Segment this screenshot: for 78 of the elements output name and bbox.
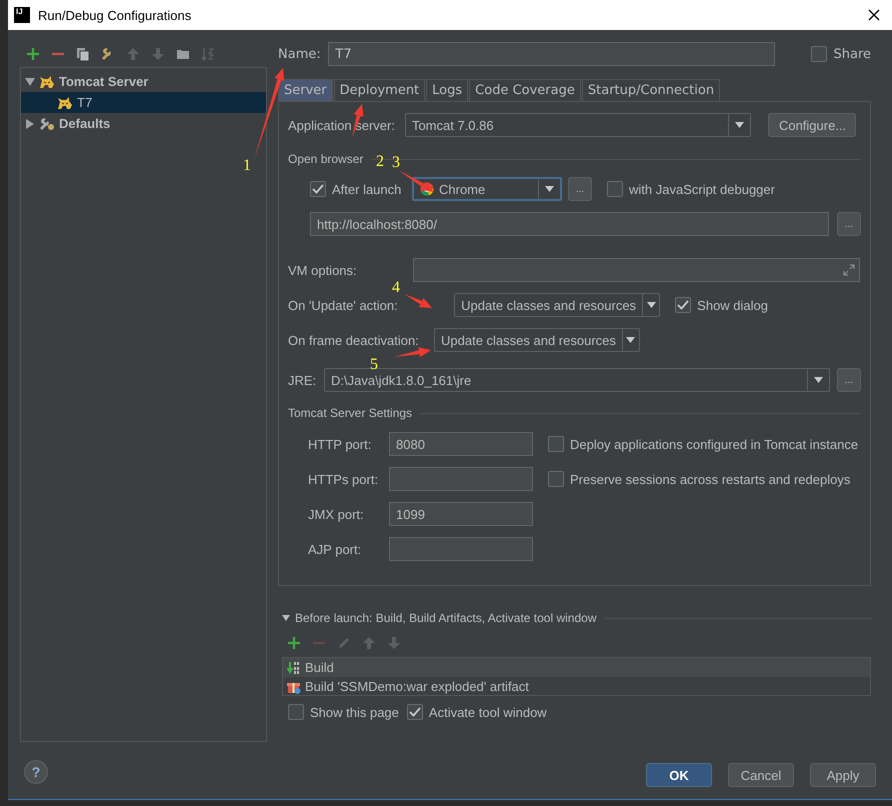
add-icon[interactable] [26, 47, 40, 61]
tab[interactable]: Logs [426, 79, 468, 101]
tree-item[interactable]: Defaults [21, 113, 266, 134]
activate-window-checkbox[interactable]: Activate tool window [406, 704, 547, 720]
annotation-number: 4 [392, 279, 400, 296]
section-title: Tomcat Server Settings [288, 406, 412, 420]
port-field[interactable] [389, 467, 533, 491]
server-dropdown[interactable]: Tomcat 7.0.86 [404, 113, 751, 137]
tree-item[interactable]: Tomcat Server [21, 71, 266, 92]
configure-button[interactable]: Configure... [768, 113, 856, 137]
section-title: Open browser [288, 152, 364, 166]
expanded-triangle-icon [282, 615, 290, 621]
dialog-button[interactable]: Cancel [728, 763, 794, 787]
expand-icon [842, 263, 856, 277]
field-label: HTTPs port: [308, 472, 380, 486]
browse-button[interactable]: ... [837, 212, 861, 236]
caret-icon [814, 377, 823, 383]
browse-button[interactable]: ... [837, 368, 861, 392]
expanded-triangle-icon [25, 76, 35, 86]
caret-icon [646, 302, 656, 308]
after-launch-checkbox[interactable]: After launch [310, 181, 412, 197]
caret-icon [734, 122, 744, 128]
field-label: On frame deactivation: [288, 332, 419, 348]
jre-dropdown[interactable]: D:\Java\jdk1.8.0_161\jre [324, 368, 830, 392]
option-checkbox[interactable]: Deploy applications configured in Tomcat instance [548, 436, 858, 452]
port-field[interactable]: 8080 [389, 432, 533, 456]
update-action-dropdown[interactable]: Update classes and resources [454, 293, 660, 317]
dialog-button[interactable]: Apply [810, 763, 876, 787]
option-checkbox[interactable]: Preserve sessions across restarts and redeploys [548, 471, 850, 487]
tab[interactable]: Deployment [334, 79, 426, 101]
field-label: On 'Update' action: [288, 298, 398, 312]
port-field[interactable] [389, 537, 533, 561]
port-field[interactable]: 1099 [389, 502, 533, 526]
show-dialog-checkbox[interactable]: Show dialog [675, 297, 768, 313]
field-label: JMX port: [308, 506, 365, 522]
collapsed-triangle-icon [25, 118, 35, 128]
field-label: JRE: [288, 372, 318, 388]
url-field[interactable]: http://localhost:8080/ [310, 212, 829, 236]
cat-icon [39, 74, 55, 88]
show-page-checkbox[interactable]: Show this page [288, 704, 399, 720]
folder-icon[interactable] [176, 47, 190, 61]
add-icon[interactable] [287, 636, 301, 650]
annotation-number: 1 [243, 157, 251, 174]
task-item[interactable]: Build 'SSMDemo:war exploded' artifact [283, 677, 870, 696]
checkmark-icon [677, 300, 690, 310]
build-icon [287, 660, 301, 674]
app-logo: IJ [14, 7, 30, 23]
field-label: VM options: [288, 262, 358, 278]
tab[interactable]: Code Coverage [469, 79, 581, 101]
annotation-arrow [394, 347, 431, 358]
frame-deactivation-dropdown[interactable]: Update classes and resources [434, 328, 640, 352]
vm-options-field[interactable] [413, 258, 860, 282]
field-label: Name: [278, 46, 322, 62]
browser-dropdown[interactable]: Chrome [412, 177, 562, 201]
checkmark-icon [408, 707, 421, 717]
task-item[interactable]: Build [283, 658, 870, 677]
checkmark-icon [312, 184, 324, 194]
close-icon[interactable] [868, 9, 880, 21]
annotation-arrow [404, 294, 432, 308]
js-debugger-checkbox[interactable]: with JavaScript debugger [607, 181, 775, 197]
browse-button[interactable]: ... [568, 177, 592, 201]
collapse-toggle[interactable]: Before launch: Build, Build Artifacts, Activate tool window [282, 611, 596, 625]
annotation-number: 2 [376, 153, 384, 170]
cat-icon [57, 96, 73, 110]
tab[interactable]: Server [278, 79, 333, 101]
annotation-number: 3 [392, 154, 400, 171]
share-checkbox[interactable]: Share [811, 46, 871, 62]
caret-icon [545, 186, 554, 192]
field-label: HTTP port: [308, 436, 372, 452]
caret-icon [626, 337, 636, 343]
ok-button[interactable]: OK [646, 763, 712, 787]
field-label: AJP port: [308, 542, 362, 556]
tree-item[interactable]: T7 [21, 92, 266, 113]
name-field[interactable]: T7 [328, 42, 776, 66]
window-title: Run/Debug Configurations [38, 8, 192, 22]
copy-icon[interactable] [76, 47, 90, 61]
tab[interactable]: Startup/Connection [582, 79, 720, 101]
wrench-icon [39, 116, 55, 130]
